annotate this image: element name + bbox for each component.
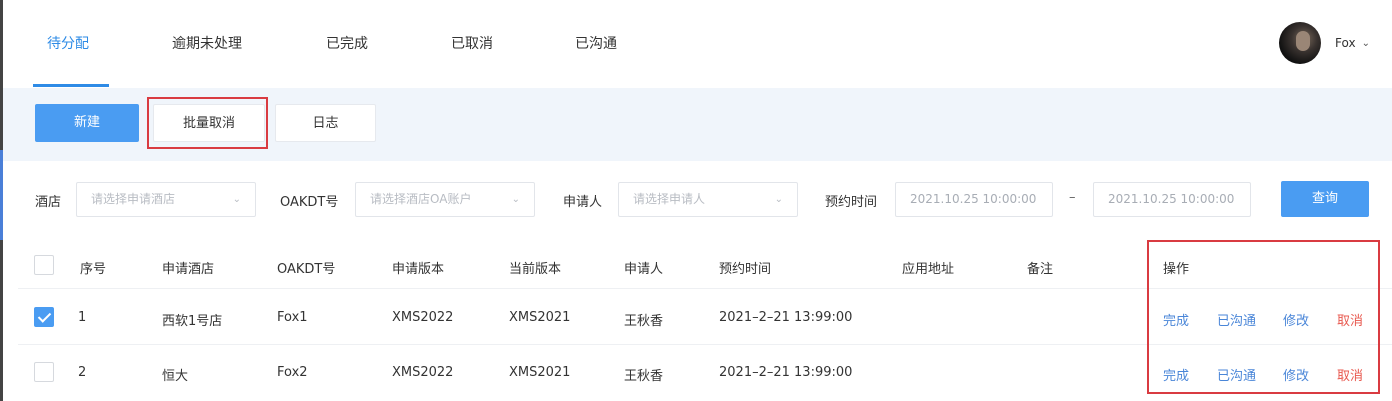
header-divider	[18, 288, 1392, 289]
edit-link[interactable]: 修改	[1283, 310, 1309, 329]
row-checkbox[interactable]	[34, 362, 54, 382]
select-all-checkbox[interactable]	[34, 255, 54, 275]
header-oakdt: OAKDT号	[277, 262, 336, 277]
active-tab-indicator	[33, 84, 109, 87]
chevron-down-icon: ⌄	[774, 194, 783, 205]
tab-cancelled[interactable]: 已取消	[451, 33, 493, 53]
oakdt-select[interactable]: 请选择酒店OA账户 ⌄	[355, 182, 535, 217]
action-toolbar: 新建 批量取消 日志	[3, 88, 1392, 161]
cancel-link[interactable]: 取消	[1337, 365, 1363, 384]
cancel-link[interactable]: 取消	[1337, 310, 1363, 329]
cell-hotel: 西软1号店	[162, 314, 223, 329]
chevron-down-icon[interactable]: ⌄	[1362, 38, 1370, 49]
header-time: 预约时间	[719, 262, 772, 277]
chevron-down-icon: ⌄	[232, 194, 241, 205]
tab-communicated[interactable]: 已沟通	[575, 33, 617, 53]
header-remark: 备注	[1027, 262, 1054, 277]
header-seq: 序号	[80, 262, 107, 277]
query-button[interactable]: 查询	[1281, 181, 1369, 217]
window-edge-accent	[0, 150, 3, 240]
row-divider	[18, 344, 1392, 345]
cell-applicant: 王秋香	[624, 369, 664, 384]
header-ops: 操作	[1163, 262, 1190, 277]
time-start-input[interactable]: 2021.10.25 10:00:00	[895, 182, 1053, 217]
hotel-filter-label: 酒店	[35, 195, 62, 210]
avatar[interactable]	[1279, 22, 1322, 64]
oakdt-select-placeholder: 请选择酒店OA账户	[370, 192, 472, 206]
header-address: 应用地址	[902, 262, 955, 277]
cell-seq: 2	[78, 365, 87, 380]
applicant-select[interactable]: 请选择申请人 ⌄	[618, 182, 798, 217]
batch-cancel-button[interactable]: 批量取消	[153, 104, 265, 142]
range-separator: –	[1069, 190, 1076, 205]
new-button[interactable]: 新建	[35, 104, 139, 142]
cell-apply-version: XMS2022	[392, 310, 454, 325]
header-current-version: 当前版本	[509, 262, 562, 277]
cell-hotel: 恒大	[162, 369, 189, 384]
edit-link[interactable]: 修改	[1283, 365, 1309, 384]
cell-applicant: 王秋香	[624, 314, 664, 329]
header-applicant: 申请人	[624, 262, 664, 277]
user-name[interactable]: Fox	[1335, 36, 1356, 50]
row-checkbox[interactable]	[34, 307, 54, 327]
time-filter-label: 预约时间	[825, 195, 878, 210]
user-menu[interactable]: Fox ⌄	[1279, 22, 1370, 64]
tab-pending[interactable]: 待分配	[47, 33, 89, 53]
communicated-link[interactable]: 已沟通	[1217, 310, 1256, 329]
header-hotel: 申请酒店	[162, 262, 215, 277]
communicated-link[interactable]: 已沟通	[1217, 365, 1256, 384]
header-apply-version: 申请版本	[392, 262, 445, 277]
cell-current-version: XMS2021	[509, 365, 571, 380]
log-button[interactable]: 日志	[275, 104, 376, 142]
top-nav: 待分配 逾期未处理 已完成 已取消 已沟通 Fox ⌄	[3, 0, 1392, 88]
applicant-select-placeholder: 请选择申请人	[633, 192, 706, 206]
cell-seq: 1	[78, 310, 87, 325]
hotel-select-placeholder: 请选择申请酒店	[91, 192, 176, 206]
cell-time: 2021–2–21 13:99:00	[719, 310, 853, 325]
hotel-select[interactable]: 请选择申请酒店 ⌄	[76, 182, 256, 217]
cell-current-version: XMS2021	[509, 310, 571, 325]
cell-time: 2021–2–21 13:99:00	[719, 365, 853, 380]
cell-oakdt: Fox2	[277, 365, 308, 380]
cell-apply-version: XMS2022	[392, 365, 454, 380]
tab-completed[interactable]: 已完成	[326, 33, 368, 53]
complete-link[interactable]: 完成	[1163, 310, 1189, 329]
time-end-input[interactable]: 2021.10.25 10:00:00	[1093, 182, 1251, 217]
cell-oakdt: Fox1	[277, 310, 308, 325]
chevron-down-icon: ⌄	[511, 194, 520, 205]
complete-link[interactable]: 完成	[1163, 365, 1189, 384]
tab-overdue[interactable]: 逾期未处理	[172, 33, 242, 53]
oakdt-filter-label: OAKDT号	[280, 195, 339, 210]
applicant-filter-label: 申请人	[563, 195, 603, 210]
